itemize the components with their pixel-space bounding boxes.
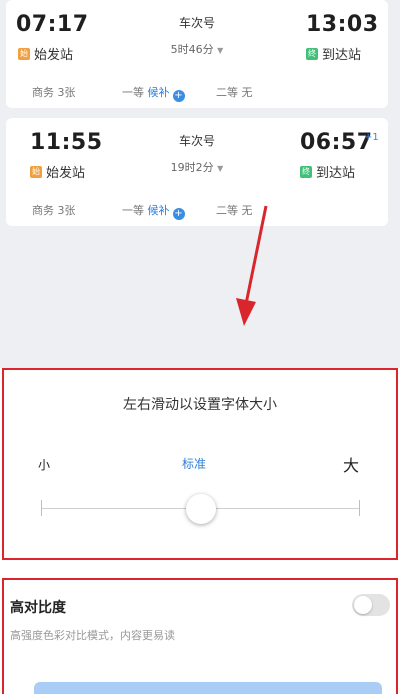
toggle-knob bbox=[354, 596, 372, 614]
font-size-large-label[interactable]: 大 bbox=[343, 452, 359, 476]
slider-tick-min bbox=[41, 500, 42, 516]
font-size-title: 左右滑动以设置字体大小 bbox=[123, 397, 277, 413]
high-contrast-title: 高对比度 bbox=[10, 600, 66, 616]
confirm-button[interactable] bbox=[34, 682, 382, 694]
font-size-slider-thumb[interactable] bbox=[186, 494, 216, 524]
high-contrast-toggle[interactable] bbox=[352, 594, 390, 616]
slider-tick-max bbox=[359, 500, 360, 516]
font-size-small-label[interactable]: 小 bbox=[38, 456, 50, 473]
font-size-standard-label[interactable]: 标准 bbox=[182, 455, 206, 472]
high-contrast-description: 高强度色彩对比模式，内容更易读 bbox=[10, 629, 175, 642]
